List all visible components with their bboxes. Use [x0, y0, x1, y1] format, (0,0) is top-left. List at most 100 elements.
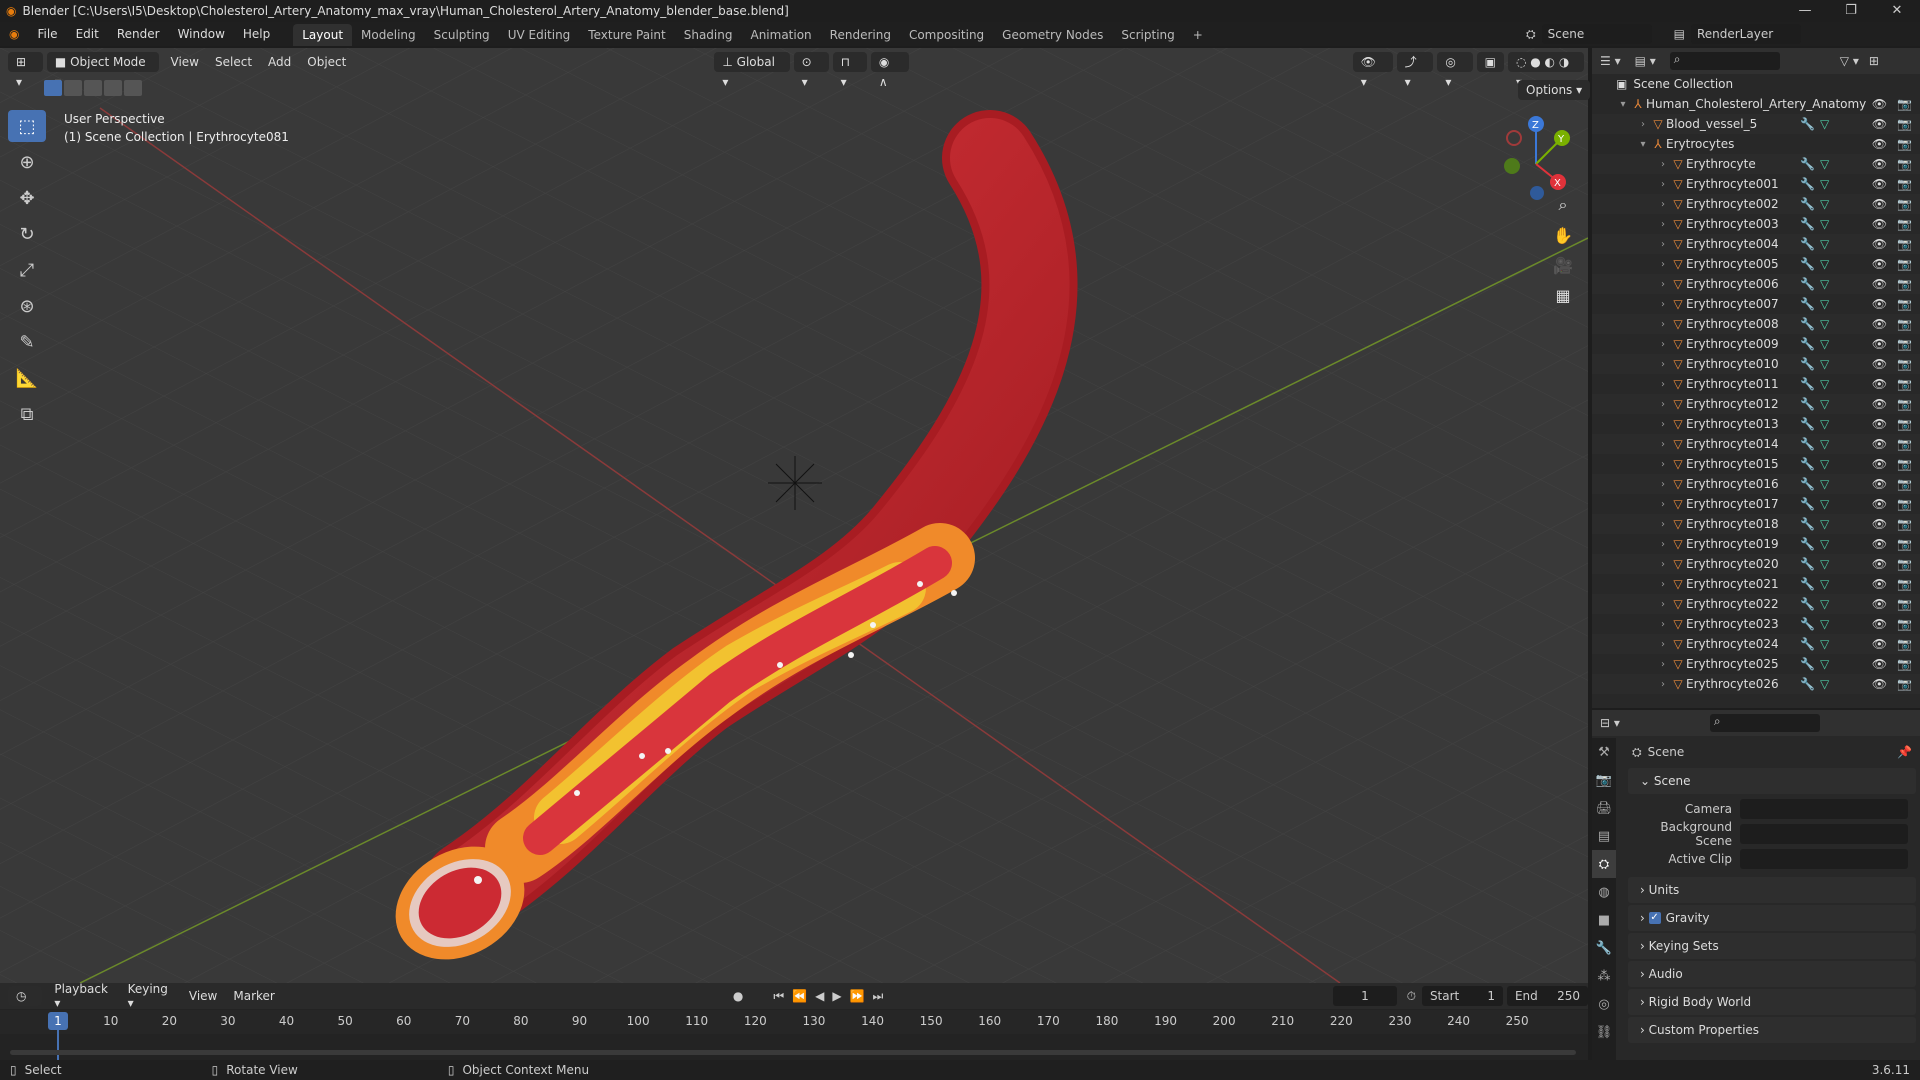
expand-toggle-icon[interactable]: ▾	[1636, 139, 1650, 150]
menu-help[interactable]: Help	[234, 22, 279, 46]
expand-toggle-icon[interactable]: ›	[1656, 219, 1670, 230]
expand-toggle-icon[interactable]: ›	[1656, 379, 1670, 390]
rigid-body-world-panel[interactable]: › Rigid Body World	[1628, 989, 1916, 1015]
custom-properties-panel[interactable]: › Custom Properties	[1628, 1017, 1916, 1043]
outliner-item[interactable]: › ▽ Erythrocyte011 🔧 ▽ 👁 📷	[1592, 374, 1920, 394]
select-box-tool-icon[interactable]: ⬚	[8, 110, 46, 142]
eye-icon[interactable]: 👁	[1872, 337, 1887, 351]
tool-tab-icon[interactable]: ⚒	[1592, 738, 1616, 766]
outliner-item[interactable]: › ▽ Erythrocyte024 🔧 ▽ 👁 📷	[1592, 634, 1920, 654]
eye-icon[interactable]: 👁	[1872, 157, 1887, 171]
pan-hand-icon[interactable]: ✋	[1548, 220, 1578, 250]
outliner-item[interactable]: › ▽ Erythrocyte021 🔧 ▽ 👁 📷	[1592, 574, 1920, 594]
render-camera-icon[interactable]: 📷	[1897, 197, 1912, 211]
rotate-tool-icon[interactable]: ↻	[8, 218, 46, 250]
mesh-data-icon[interactable]: ▽	[1820, 637, 1829, 651]
start-frame-field[interactable]: Start 1	[1421, 986, 1503, 1006]
modifier-icon[interactable]: 🔧	[1800, 317, 1815, 331]
eye-icon[interactable]: 👁	[1872, 537, 1887, 551]
outliner-item[interactable]: › ▽ Erythrocyte025 🔧 ▽ 👁 📷	[1592, 654, 1920, 674]
mesh-data-icon[interactable]: ▽	[1820, 157, 1829, 171]
render-camera-icon[interactable]: 📷	[1897, 257, 1912, 271]
eye-icon[interactable]: 👁	[1872, 97, 1887, 111]
snap-toggle[interactable]: ⊓ ▾	[832, 52, 867, 89]
output-tab-icon[interactable]: 🖨	[1592, 794, 1616, 822]
mesh-data-icon[interactable]: ▽	[1820, 617, 1829, 631]
end-frame-field[interactable]: End 250	[1506, 986, 1588, 1006]
expand-toggle-icon[interactable]: ›	[1656, 279, 1670, 290]
render-camera-icon[interactable]: 📷	[1897, 337, 1912, 351]
annotate-tool-icon[interactable]: ✎	[8, 326, 46, 358]
modifier-icon[interactable]: 🔧	[1800, 557, 1815, 571]
modifier-icon[interactable]: 🔧	[1800, 157, 1815, 171]
render-camera-icon[interactable]: 📷	[1897, 357, 1912, 371]
expand-toggle-icon[interactable]: ›	[1656, 539, 1670, 550]
outliner-item[interactable]: › ▽ Erythrocyte010 🔧 ▽ 👁 📷	[1592, 354, 1920, 374]
expand-toggle-icon[interactable]: ›	[1656, 419, 1670, 430]
modifier-icon[interactable]: 🔧	[1800, 437, 1815, 451]
eye-icon[interactable]: 👁	[1872, 577, 1887, 591]
jump-start-icon[interactable]: ⏮	[773, 989, 784, 1004]
modifier-icon[interactable]: 🔧	[1800, 597, 1815, 611]
render-camera-icon[interactable]: 📷	[1897, 97, 1912, 111]
cursor-tool-icon[interactable]: ⊕	[8, 146, 46, 178]
expand-toggle-icon[interactable]: ›	[1656, 599, 1670, 610]
eye-icon[interactable]: 👁	[1872, 437, 1887, 451]
expand-toggle-icon[interactable]: ›	[1656, 479, 1670, 490]
render-camera-icon[interactable]: 📷	[1897, 397, 1912, 411]
render-camera-icon[interactable]: 📷	[1897, 237, 1912, 251]
eye-icon[interactable]: 👁	[1872, 557, 1887, 571]
eye-icon[interactable]: 👁	[1872, 417, 1887, 431]
menu-add[interactable]: Add	[260, 55, 299, 69]
mesh-data-icon[interactable]: ▽	[1820, 557, 1829, 571]
select-invert-icon[interactable]	[104, 80, 122, 96]
tab-texture-paint[interactable]: Texture Paint	[579, 24, 674, 46]
mesh-data-icon[interactable]: ▽	[1820, 497, 1829, 511]
tab-uv-editing[interactable]: UV Editing	[499, 24, 580, 46]
transform-tool-icon[interactable]: ⊛	[8, 290, 46, 322]
select-intersect-icon[interactable]	[124, 80, 142, 96]
options-button[interactable]: Options ▾	[1518, 80, 1591, 100]
outliner-item[interactable]: › ▽ Erythrocyte016 🔧 ▽ 👁 📷	[1592, 474, 1920, 494]
units-panel[interactable]: › Units	[1628, 877, 1916, 903]
modifier-icon[interactable]: 🔧	[1800, 577, 1815, 591]
add-cube-tool-icon[interactable]: ⧉	[8, 398, 46, 430]
tab-geometry-nodes[interactable]: Geometry Nodes	[993, 24, 1112, 46]
proportional-editing-toggle[interactable]: ◉ ∧	[870, 52, 909, 89]
timeline-scrollbar[interactable]	[10, 1050, 1576, 1055]
background-scene-field[interactable]	[1740, 823, 1908, 844]
outliner-item[interactable]: › ▽ Erythrocyte005 🔧 ▽ 👁 📷	[1592, 254, 1920, 274]
expand-toggle-icon[interactable]: ›	[1656, 239, 1670, 250]
expand-toggle-icon[interactable]: ›	[1656, 159, 1670, 170]
modifier-icon[interactable]: 🔧	[1800, 417, 1815, 431]
eye-icon[interactable]: 👁	[1872, 177, 1887, 191]
render-camera-icon[interactable]: 📷	[1897, 637, 1912, 651]
modifier-icon[interactable]: 🔧	[1800, 477, 1815, 491]
expand-toggle-icon[interactable]: ›	[1656, 559, 1670, 570]
timeline-ruler[interactable]: 1 10 20 30 40 50 60 70 80 90 100 110 120 130 140 150 160…	[0, 1010, 1588, 1060]
render-camera-icon[interactable]: 📷	[1897, 377, 1912, 391]
eye-icon[interactable]: 👁	[1872, 477, 1887, 491]
gravity-checkbox[interactable]: ✓	[1648, 912, 1661, 924]
render-camera-icon[interactable]: 📷	[1897, 537, 1912, 551]
modifier-icon[interactable]: 🔧	[1800, 297, 1815, 311]
menu-render[interactable]: Render	[108, 22, 169, 46]
transform-orientation-selector[interactable]: ⊥ Global ▾	[714, 52, 790, 89]
expand-toggle-icon[interactable]: ›	[1656, 179, 1670, 190]
add-workspace-button[interactable]: +	[1184, 24, 1212, 46]
render-camera-icon[interactable]: 📷	[1897, 557, 1912, 571]
outliner-item[interactable]: › ▽ Erythrocyte012 🔧 ▽ 👁 📷	[1592, 394, 1920, 414]
current-frame-field[interactable]: 1	[1333, 986, 1397, 1006]
outliner-item[interactable]: › ▽ Erythrocyte003 🔧 ▽ 👁 📷	[1592, 214, 1920, 234]
modifier-icon[interactable]: 🔧	[1800, 257, 1815, 271]
eye-icon[interactable]: 👁	[1872, 377, 1887, 391]
eye-icon[interactable]: 👁	[1872, 317, 1887, 331]
mesh-data-icon[interactable]: ▽	[1820, 597, 1829, 611]
tab-scripting[interactable]: Scripting	[1112, 24, 1183, 46]
modifier-icon[interactable]: 🔧	[1800, 397, 1815, 411]
stopwatch-icon[interactable]: ⏱	[1407, 989, 1416, 1004]
eye-icon[interactable]: 👁	[1872, 277, 1887, 291]
eye-icon[interactable]: 👁	[1872, 457, 1887, 471]
eye-icon[interactable]: 👁	[1872, 237, 1887, 251]
expand-toggle-icon[interactable]: ›	[1656, 199, 1670, 210]
